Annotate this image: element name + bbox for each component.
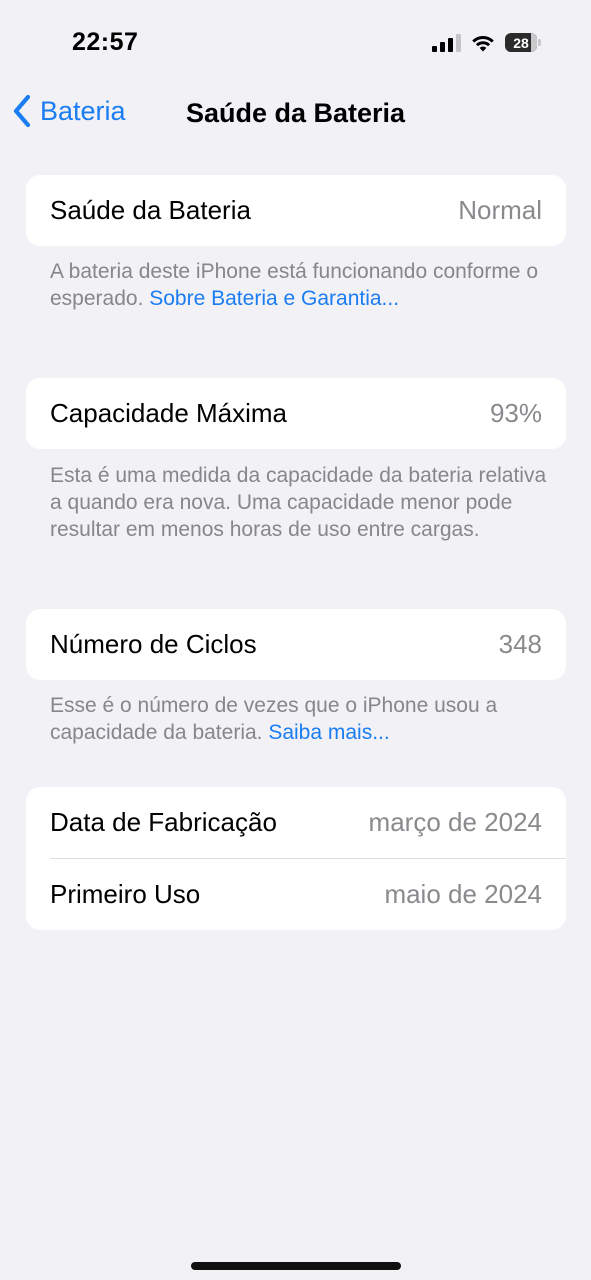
battery-level: 28 (513, 34, 529, 51)
battery-health-row: Saúde da Bateria Normal (26, 175, 566, 246)
battery-health-card: Saúde da Bateria Normal (26, 175, 566, 246)
home-indicator[interactable] (190, 1262, 401, 1270)
manufacture-date-row: Data de Fabricação março de 2024 (26, 787, 566, 858)
battery-health-footnote: A bateria deste iPhone está funcionando … (50, 258, 550, 312)
cycle-count-row: Número de Ciclos 348 (26, 609, 566, 680)
cycle-count-value: 348 (498, 629, 542, 659)
max-capacity-value: 93% (489, 398, 542, 428)
battery-health-value: Normal (458, 195, 542, 225)
status-time: 22:57 (72, 28, 139, 56)
manufacture-date-value: março de 2024 (368, 807, 542, 837)
page-title: Saúde da Bateria (0, 98, 591, 129)
dates-card: Data de Fabricação março de 2024 Primeir… (26, 787, 566, 930)
status-bar: 22:57 28 (0, 0, 591, 90)
wifi-icon (472, 35, 494, 51)
learn-more-link[interactable]: Saiba mais... (268, 721, 389, 744)
cellular-signal-icon (432, 33, 461, 52)
cycle-count-label: Número de Ciclos (50, 629, 257, 659)
max-capacity-footnote-text: Esta é uma medida da capacidade da bater… (50, 464, 547, 541)
max-capacity-footnote: Esta é uma medida da capacidade da bater… (50, 462, 550, 543)
max-capacity-label: Capacidade Máxima (50, 398, 288, 428)
battery-health-label: Saúde da Bateria (50, 195, 251, 225)
max-capacity-card: Capacidade Máxima 93% (26, 378, 566, 449)
battery-warranty-link[interactable]: Sobre Bateria e Garantia... (149, 287, 399, 310)
cycle-count-footnote: Esse é o número de vezes que o iPhone us… (50, 692, 550, 746)
nav-bar: Bateria Saúde da Bateria (0, 88, 591, 140)
first-use-row: Primeiro Uso maio de 2024 (50, 858, 566, 930)
first-use-value: maio de 2024 (384, 879, 542, 909)
max-capacity-row: Capacidade Máxima 93% (26, 378, 566, 449)
status-icons: 28 (432, 33, 541, 52)
cycle-count-card: Número de Ciclos 348 (26, 609, 566, 680)
manufacture-date-label: Data de Fabricação (50, 807, 277, 837)
first-use-label: Primeiro Uso (50, 879, 201, 909)
battery-icon: 28 (505, 33, 541, 52)
page-title-text: Saúde da Bateria (185, 98, 406, 128)
